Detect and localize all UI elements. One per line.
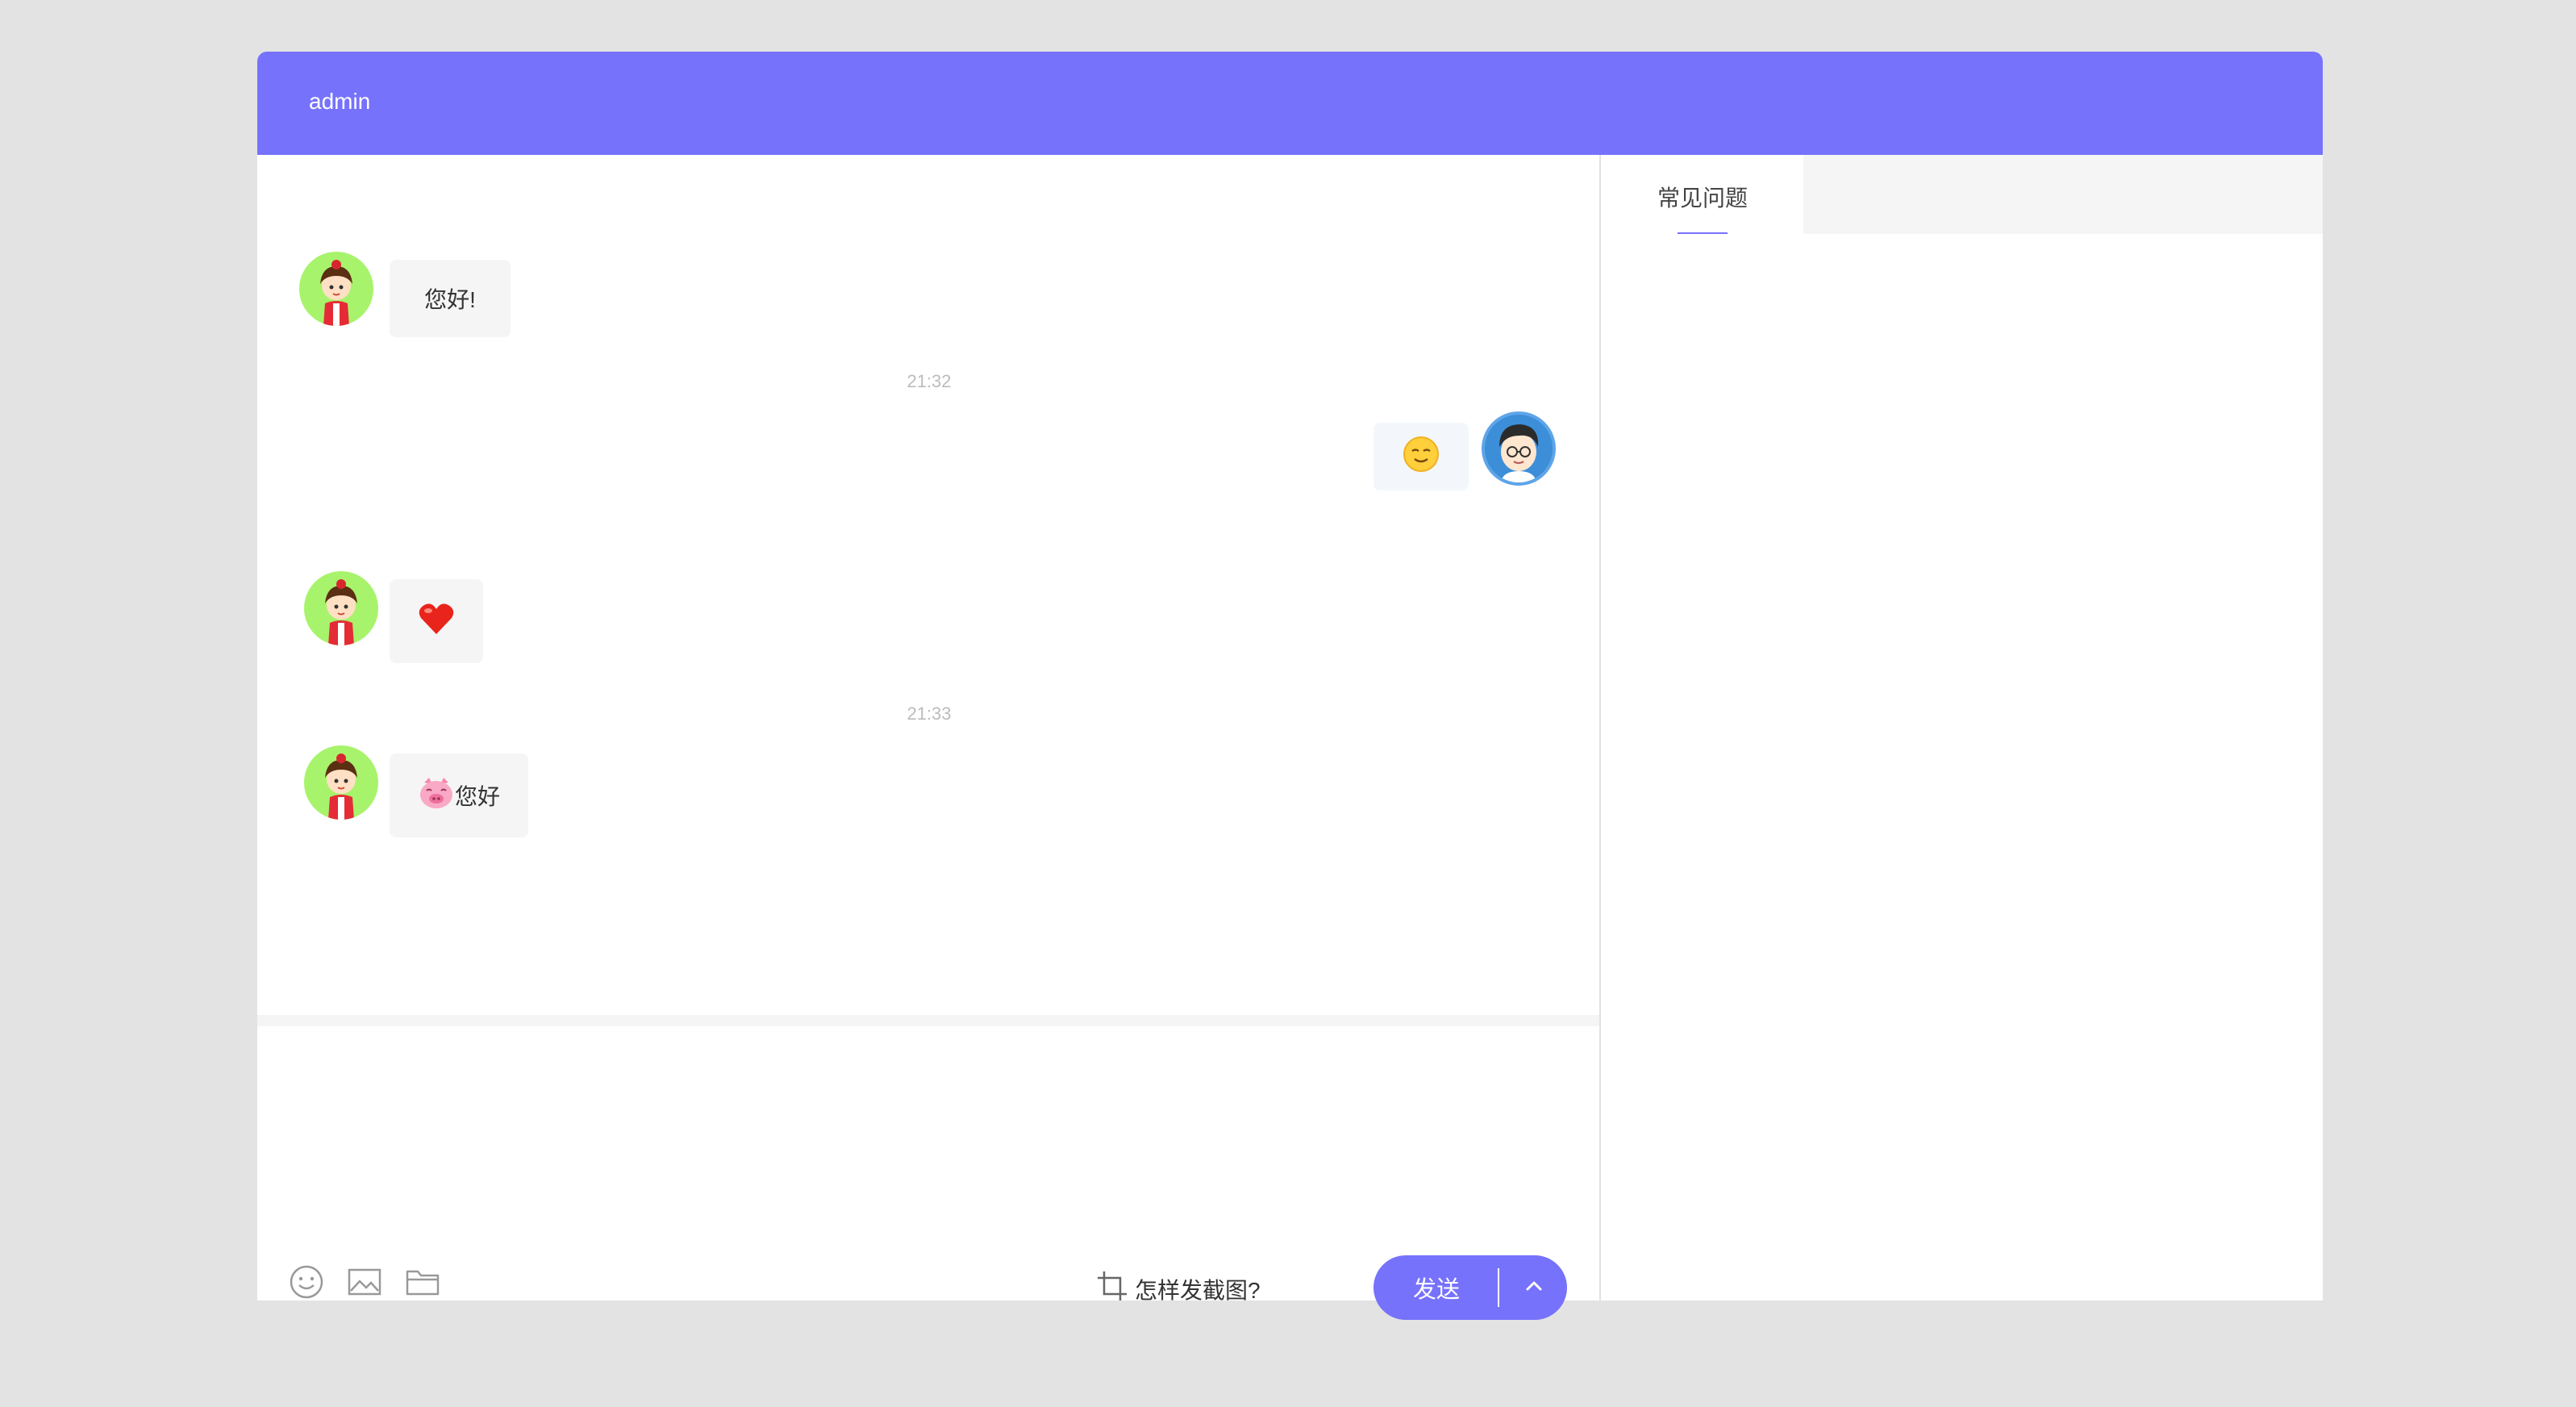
chat-window: admin 您好! 21:32 21:33 您好 怎样发截图? 发送 常见问题 bbox=[257, 52, 2323, 1320]
screenshot-help-label: 怎样发截图? bbox=[1135, 1277, 1261, 1303]
message-bubble bbox=[390, 579, 483, 663]
send-button-group: 发送 bbox=[1373, 1255, 1567, 1320]
tab-faq[interactable]: 常见问题 bbox=[1602, 155, 1803, 234]
admin-avatar bbox=[1482, 411, 1556, 486]
active-tab-indicator bbox=[1678, 232, 1728, 234]
girl-avatar bbox=[304, 571, 378, 645]
send-options-button[interactable] bbox=[1501, 1255, 1567, 1320]
tab-label: 常见问题 bbox=[1657, 186, 1748, 211]
pig-face-emoji bbox=[418, 776, 455, 816]
girl-avatar bbox=[304, 745, 378, 820]
side-panel: 常见问题 bbox=[1602, 155, 2323, 1301]
timestamp: 21:32 bbox=[907, 371, 952, 391]
chat-pane: 您好! 21:32 21:33 您好 怎样发截图? 发送 bbox=[257, 155, 1601, 1320]
image-icon[interactable] bbox=[346, 1263, 383, 1301]
timestamp: 21:33 bbox=[907, 704, 952, 724]
header-title: admin bbox=[309, 89, 371, 114]
smiling-face-emoji bbox=[1403, 436, 1440, 478]
folder-icon[interactable] bbox=[404, 1263, 441, 1301]
input-divider bbox=[257, 1015, 1599, 1026]
girl-avatar bbox=[299, 252, 373, 326]
send-button[interactable]: 发送 bbox=[1373, 1255, 1499, 1320]
message-bubble: 您好 bbox=[390, 754, 528, 837]
crop-icon bbox=[1096, 1270, 1128, 1308]
chevron-up-icon bbox=[1524, 1280, 1544, 1296]
message-input[interactable] bbox=[257, 1026, 1599, 1236]
message-text: 您好 bbox=[454, 784, 500, 809]
message-bubble: 您好! bbox=[390, 260, 511, 337]
screenshot-help-link[interactable]: 怎样发截图? bbox=[1096, 1270, 1261, 1308]
tab-strip: 常见问题 bbox=[1602, 155, 2323, 234]
emoji-icon[interactable] bbox=[288, 1263, 325, 1301]
red-heart-emoji bbox=[418, 602, 455, 641]
message-text: 您好! bbox=[424, 287, 476, 312]
message-bubble bbox=[1373, 423, 1469, 491]
send-separator bbox=[1498, 1268, 1499, 1307]
header-bar: admin bbox=[257, 52, 2323, 155]
